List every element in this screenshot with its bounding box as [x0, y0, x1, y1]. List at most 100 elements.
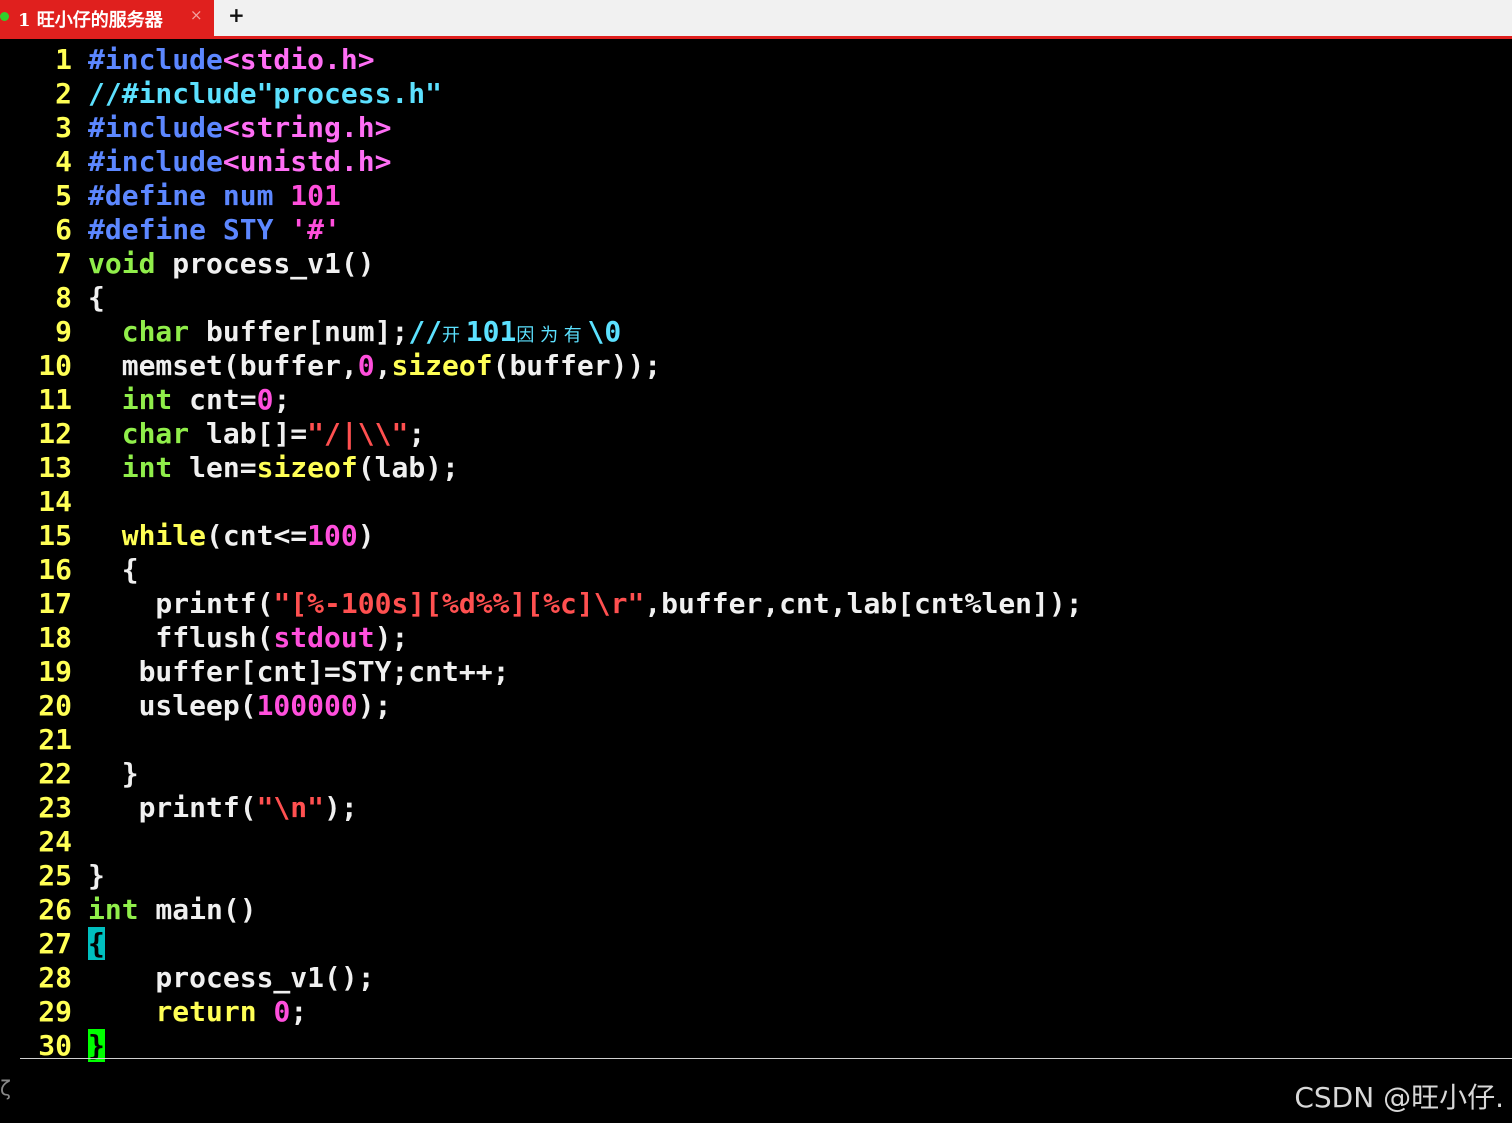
tab-bar: 1 旺小仔的服务器 × +: [0, 0, 1512, 36]
code-token: '#': [290, 213, 341, 246]
code-line[interactable]: 25}: [0, 859, 105, 893]
code-token: len=: [172, 451, 257, 484]
vim-editor[interactable]: 1 #include<stdio.h> 2//#include"process.h"…: [0, 43, 1512, 1062]
code-token: <unistd.h>: [222, 145, 392, 178]
code-token: <stdio.h>: [222, 43, 375, 76]
code-line[interactable]: 12 char lab[]="/|\\";: [0, 417, 425, 451]
code-line[interactable]: 3 #include<string.h>: [0, 111, 391, 145]
code-token: ,: [374, 349, 392, 382]
code-token: );: [357, 689, 392, 722]
code-line[interactable]: 11 int cnt=0;: [0, 383, 290, 417]
code-token: ;: [408, 417, 426, 450]
code-text: #include<stdio.h>: [88, 43, 375, 77]
code-line[interactable]: 8{: [0, 281, 105, 315]
code-token: printf(: [88, 791, 257, 824]
line-number: 29: [38, 995, 72, 1028]
code-line[interactable]: 14: [0, 485, 72, 519]
line-number: 11: [38, 383, 72, 416]
code-text: void process_v1(): [88, 247, 375, 281]
code-token: );: [324, 791, 358, 824]
code-line[interactable]: 2 //#include"process.h": [0, 77, 442, 111]
code-token: lab[]=: [189, 417, 308, 450]
line-number: 22: [38, 757, 72, 790]
code-line[interactable]: 4 #include<unistd.h>: [0, 145, 391, 179]
code-text: process_v1();: [88, 961, 374, 995]
code-token: <string.h>: [222, 111, 392, 144]
code-line[interactable]: 10 memset(buffer,0,sizeof(buffer));: [0, 349, 661, 383]
code-token: main(): [138, 893, 257, 926]
tab-accent-line: [0, 36, 1512, 39]
close-tab-icon[interactable]: ×: [190, 6, 203, 24]
code-line[interactable]: 23 printf("\n");: [0, 791, 357, 825]
tab-title: 1 旺小仔的服务器: [18, 10, 163, 31]
code-token: );: [374, 621, 409, 654]
new-tab-button[interactable]: +: [228, 3, 245, 27]
line-number: 13: [38, 451, 72, 484]
code-line[interactable]: 5 #define num 101: [0, 179, 341, 213]
status-glyph: ζ: [0, 1076, 11, 1100]
code-line[interactable]: 17 printf("[%-100s][%d%%][%c]\r",buffer,…: [0, 587, 1082, 621]
code-token: "\n": [256, 791, 325, 824]
code-line[interactable]: 15 while(cnt<=100): [0, 519, 374, 553]
code-line[interactable]: 6 #define STY '#': [0, 213, 341, 247]
code-line[interactable]: 20 usleep(100000);: [0, 689, 391, 723]
code-token: 0: [357, 349, 375, 382]
code-line[interactable]: 7 void process_v1(): [0, 247, 374, 281]
csdn-watermark: CSDN @旺小仔.: [1294, 1081, 1504, 1114]
code-token: {: [88, 553, 139, 586]
code-text: #define STY '#': [88, 213, 341, 247]
code-token: ): [357, 519, 375, 552]
code-text: {: [88, 553, 139, 587]
tab-session[interactable]: 1 旺小仔的服务器 ×: [0, 0, 214, 36]
code-line[interactable]: 24: [0, 825, 72, 859]
code-text: #define num 101: [88, 179, 341, 213]
code-line[interactable]: 28 process_v1();: [0, 961, 374, 995]
code-token: #include: [88, 111, 223, 144]
code-token: 因 为 有: [516, 325, 588, 346]
code-line[interactable]: 19 buffer[cnt]=STY;cnt++;: [0, 655, 509, 689]
line-number: 21: [38, 723, 72, 756]
code-token: }: [88, 859, 105, 892]
line-number: 26: [38, 893, 72, 926]
code-token: ;: [290, 995, 308, 1028]
code-text: while(cnt<=100): [88, 519, 375, 553]
line-number: 17: [38, 587, 72, 620]
status-divider: [20, 1058, 1512, 1059]
code-line[interactable]: 13 int len=sizeof(lab);: [0, 451, 459, 485]
code-line[interactable]: 21: [0, 723, 72, 757]
code-token: (cnt<=: [206, 519, 308, 552]
code-line[interactable]: 22 }: [0, 757, 138, 791]
code-text: #include<string.h>: [88, 111, 391, 145]
code-token: sizeof: [256, 451, 358, 484]
code-line[interactable]: 27 {: [0, 927, 105, 961]
code-token: \0: [587, 315, 622, 348]
code-text: #include<unistd.h>: [88, 145, 391, 179]
code-line[interactable]: 1 #include<stdio.h>: [0, 43, 374, 77]
code-token: usleep(: [88, 689, 257, 722]
code-token: int: [121, 451, 173, 484]
code-token: fflush(: [88, 621, 274, 654]
code-line[interactable]: 9 char buffer[num];//开 101因 为 有 \0: [0, 315, 621, 349]
code-token: ;: [273, 383, 291, 416]
code-line[interactable]: 29 return 0;: [0, 995, 307, 1029]
code-token: #include: [88, 43, 223, 76]
code-token: void: [88, 247, 156, 280]
line-number: 4: [55, 145, 72, 178]
line-number: 28: [38, 961, 72, 994]
code-text: usleep(100000);: [88, 689, 392, 723]
line-number: 16: [38, 553, 72, 586]
code-line[interactable]: 18 fflush(stdout);: [0, 621, 408, 655]
line-number: 24: [38, 825, 72, 858]
code-line[interactable]: 26 int main(): [0, 893, 256, 927]
code-token: 100000: [256, 689, 358, 722]
code-token: //: [408, 315, 443, 348]
code-text: }: [88, 859, 105, 893]
code-text: int len=sizeof(lab);: [88, 451, 459, 485]
code-line[interactable]: 16 {: [0, 553, 138, 587]
code-text: int cnt=0;: [88, 383, 291, 417]
